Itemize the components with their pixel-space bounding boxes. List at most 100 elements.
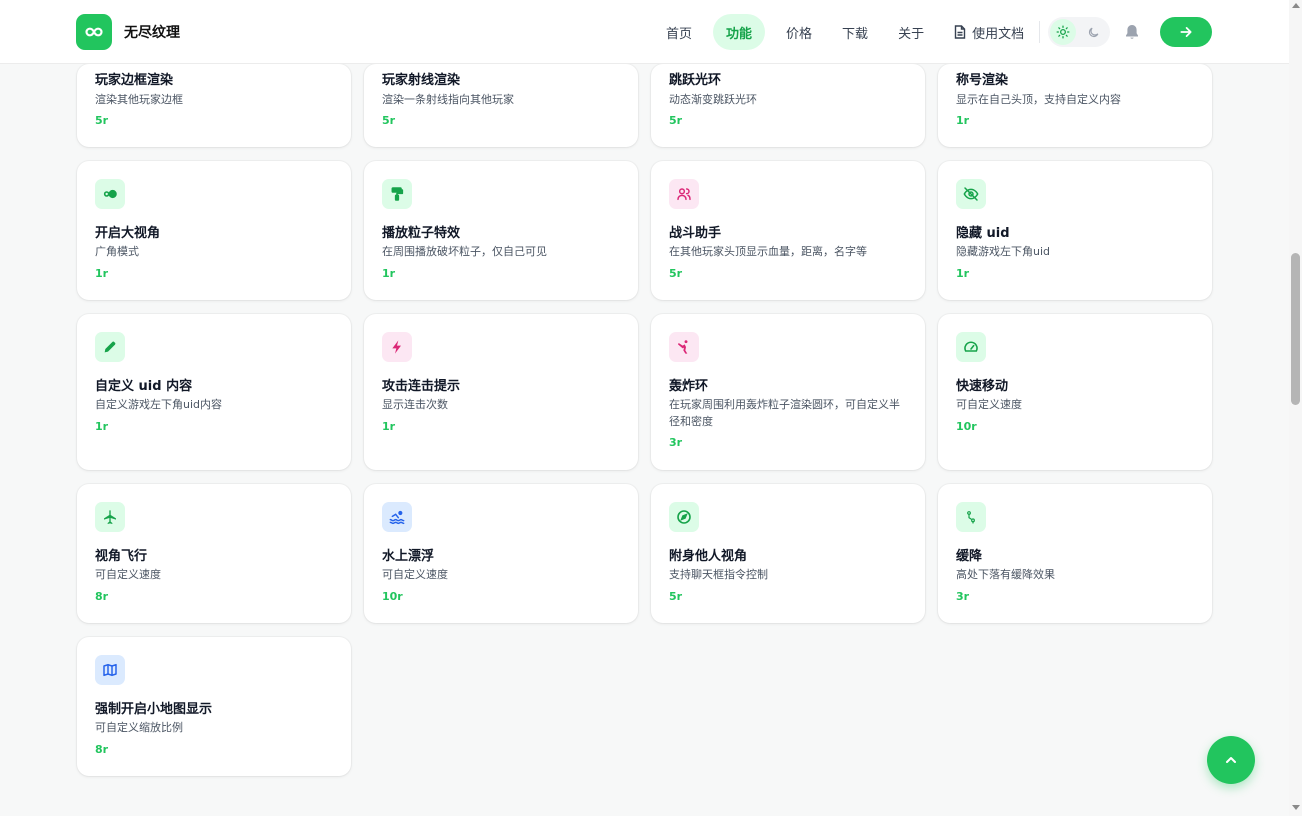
moon-icon	[1088, 27, 1098, 37]
feature-price: 1r	[956, 267, 970, 280]
feature-price: 8r	[95, 590, 109, 603]
feature-title: 称号渲染	[956, 73, 1009, 88]
feature-desc: 可自定义速度	[382, 568, 448, 581]
nav-features[interactable]: 功能	[713, 14, 766, 50]
top-navbar: 无尽纹理 首页 功能 价格 下载 关于 使用文档	[0, 0, 1289, 64]
feature-title: 强制开启小地图显示	[95, 702, 213, 717]
feature-title: 开启大视角	[95, 226, 161, 241]
feature-card[interactable]: 战斗助手 在其他玩家头顶显示血量，距离，名字等 5r	[651, 161, 925, 300]
feature-desc: 显示连击次数	[382, 398, 448, 411]
feature-card[interactable]: 攻击连击提示 显示连击次数 1r	[364, 314, 638, 470]
feature-title: 视角飞行	[95, 549, 148, 564]
karate-icon	[669, 332, 699, 362]
feature-desc: 在玩家周围利用轰炸粒子渲染圆环，可自定义半径和密度	[669, 398, 900, 428]
nav-home[interactable]: 首页	[657, 14, 701, 50]
feature-title: 自定义 uid 内容	[95, 379, 193, 394]
feature-title: 玩家边框渲染	[95, 73, 174, 88]
feature-card[interactable]: 开启大视角 广角模式 1r	[77, 161, 351, 300]
enter-button[interactable]	[1160, 17, 1212, 47]
nav-docs[interactable]: 使用文档	[945, 14, 1033, 50]
feature-desc: 动态渐变跳跃光环	[669, 93, 757, 106]
notification-bell-icon[interactable]	[1122, 22, 1142, 42]
dark-mode-button[interactable]	[1080, 19, 1106, 45]
feather-fall-icon	[956, 502, 986, 532]
feature-card[interactable]: 水上漂浮 可自定义速度 10r	[364, 484, 638, 623]
back-to-top-button[interactable]	[1207, 736, 1255, 784]
nav-download[interactable]: 下载	[833, 14, 877, 50]
feature-price: 5r	[669, 267, 683, 280]
gauge-icon	[956, 332, 986, 362]
main-nav: 首页 功能 价格 下载 关于 使用文档	[657, 14, 1045, 50]
scroll-up-arrow-icon[interactable]	[1292, 3, 1300, 8]
feature-card[interactable]: 隐藏 uid 隐藏游戏左下角uid 1r	[938, 161, 1212, 300]
feature-desc: 渲染其他玩家边框	[95, 93, 183, 106]
feature-price: 5r	[669, 114, 683, 127]
feature-title: 跳跃光环	[669, 73, 722, 88]
feature-desc: 自定义游戏左下角uid内容	[95, 398, 223, 411]
feature-desc: 可自定义速度	[956, 398, 1022, 411]
swimmer-icon	[382, 502, 412, 532]
nav-docs-label: 使用文档	[972, 26, 1025, 42]
feature-price: 10r	[956, 420, 977, 433]
feature-card[interactable]: 称号渲染 显示在自己头顶，支持自定义内容 1r	[938, 64, 1212, 147]
feature-title: 隐藏 uid	[956, 226, 1010, 241]
feature-title: 战斗助手	[669, 226, 722, 241]
nav-divider	[1039, 21, 1040, 43]
arrow-right-icon	[1180, 27, 1192, 37]
feature-title: 缓降	[956, 549, 983, 564]
feature-price: 1r	[95, 267, 109, 280]
feature-card[interactable]: 轰炸环 在玩家周围利用轰炸粒子渲染圆环，可自定义半径和密度 3r	[651, 314, 925, 470]
feature-card[interactable]: 播放粒子特效 在周围播放破坏粒子，仅自己可见 1r	[364, 161, 638, 300]
infinity-icon	[85, 27, 103, 37]
theme-toggle[interactable]	[1048, 17, 1110, 47]
feature-price: 3r	[956, 590, 970, 603]
feature-title: 水上漂浮	[382, 549, 435, 564]
zap-icon	[382, 332, 412, 362]
feature-price: 10r	[382, 590, 403, 603]
feature-title: 攻击连击提示	[382, 379, 461, 394]
feature-title: 玩家射线渲染	[382, 73, 461, 88]
feature-price: 5r	[382, 114, 396, 127]
feature-title: 附身他人视角	[669, 549, 748, 564]
feature-card[interactable]: 跳跃光环 动态渐变跳跃光环 5r	[651, 64, 925, 147]
scrollbar-thumb[interactable]	[1291, 253, 1300, 405]
feature-desc: 支持聊天框指令控制	[669, 568, 768, 581]
sun-icon	[1056, 25, 1070, 39]
feature-desc: 广角模式	[95, 245, 139, 258]
feature-desc: 在其他玩家头顶显示血量，距离，名字等	[669, 245, 867, 258]
map-icon	[95, 655, 125, 685]
pencil-icon	[95, 332, 125, 362]
nav-pricing[interactable]: 价格	[777, 14, 821, 50]
feature-price: 5r	[95, 114, 109, 127]
feature-price: 8r	[95, 743, 109, 756]
eye-off-icon	[956, 179, 986, 209]
chevron-up-icon	[1226, 757, 1236, 763]
nav-about[interactable]: 关于	[889, 14, 933, 50]
feature-price: 1r	[382, 267, 396, 280]
document-icon	[954, 25, 966, 39]
feature-title: 播放粒子特效	[382, 226, 461, 241]
users-icon	[669, 179, 699, 209]
feature-price: 5r	[669, 590, 683, 603]
plane-icon	[95, 502, 125, 532]
compass-icon	[669, 502, 699, 532]
logo[interactable]	[76, 14, 112, 50]
feature-card[interactable]: 玩家边框渲染 渲染其他玩家边框 5r	[77, 64, 351, 147]
feature-card[interactable]: 强制开启小地图显示 可自定义缩放比例 8r	[77, 637, 351, 776]
scroll-down-arrow-icon[interactable]	[1292, 805, 1300, 810]
feature-card[interactable]: 附身他人视角 支持聊天框指令控制 5r	[651, 484, 925, 623]
feature-card[interactable]: 缓降 高处下落有缓降效果 3r	[938, 484, 1212, 623]
feature-card[interactable]: 自定义 uid 内容 自定义游戏左下角uid内容 1r	[77, 314, 351, 470]
feature-price: 1r	[382, 420, 396, 433]
light-mode-button[interactable]	[1050, 19, 1076, 45]
brand-name[interactable]: 无尽纹理	[124, 22, 180, 42]
feature-card[interactable]: 视角飞行 可自定义速度 8r	[77, 484, 351, 623]
feature-price: 3r	[669, 436, 683, 449]
feature-desc: 高处下落有缓降效果	[956, 568, 1055, 581]
page-scrollbar[interactable]	[1289, 0, 1302, 816]
toggle-icon	[95, 179, 125, 209]
feature-desc: 渲染一条射线指向其他玩家	[382, 93, 514, 106]
feature-card[interactable]: 玩家射线渲染 渲染一条射线指向其他玩家 5r	[364, 64, 638, 147]
feature-card[interactable]: 快速移动 可自定义速度 10r	[938, 314, 1212, 470]
feature-title: 轰炸环	[669, 379, 709, 394]
